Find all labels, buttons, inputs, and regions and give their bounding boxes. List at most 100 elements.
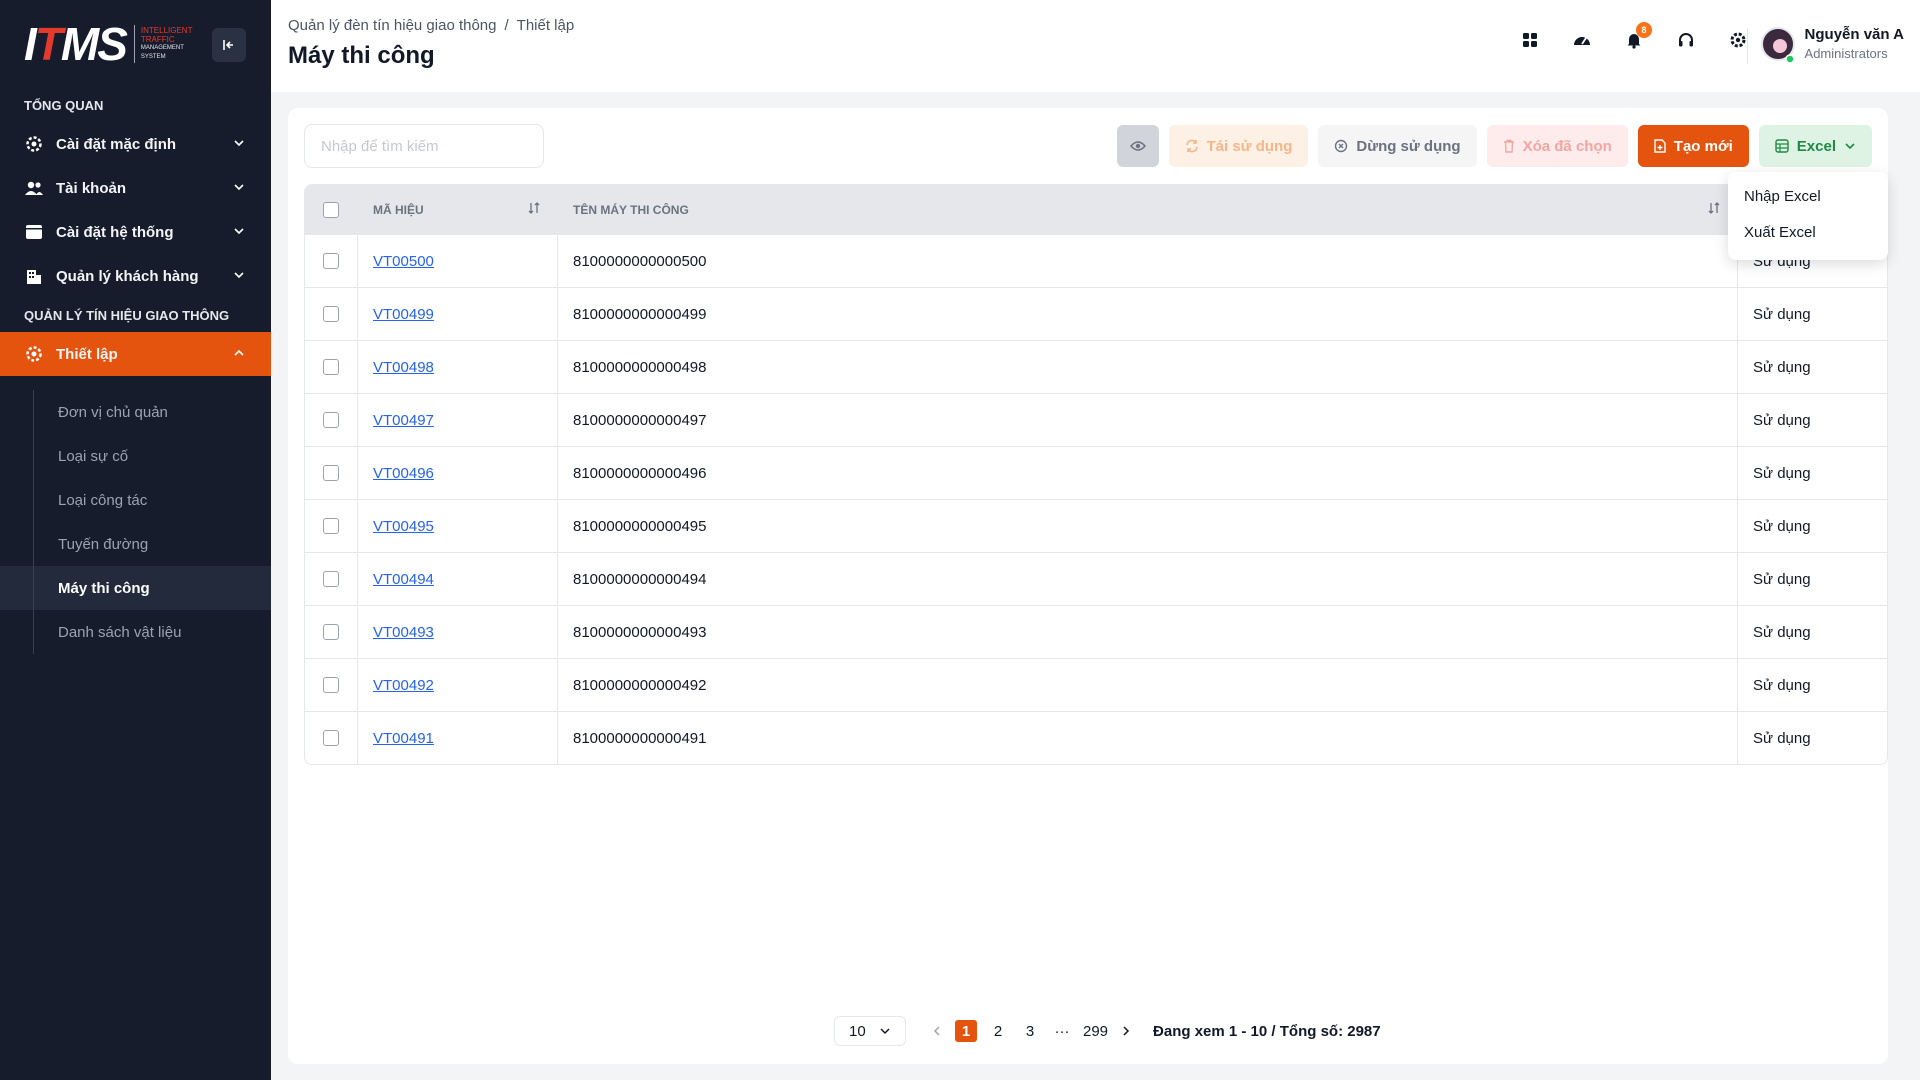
notification-bell-icon[interactable]: 8 [1622, 22, 1652, 52]
column-header-code: MÃ HIỆU [373, 202, 424, 217]
status-cell: Sử dụng [1737, 606, 1887, 658]
sort-icon[interactable] [1707, 201, 1721, 215]
row-checkbox[interactable] [323, 253, 339, 269]
sidebar-subitem-incident-type[interactable]: Loại sự cố [0, 434, 271, 478]
collapse-sidebar-button[interactable] [212, 28, 246, 62]
table-row[interactable]: VT00492 8100000000000492 Sử dụng [305, 658, 1887, 711]
code-cell: VT00494 [358, 553, 558, 605]
column-header-name: TÊN MÁY THI CÔNG [573, 202, 689, 217]
status-cell: Sử dụng [1737, 394, 1887, 446]
select-all-checkbox[interactable] [323, 201, 339, 218]
code-link[interactable]: VT00498 [373, 359, 434, 376]
reuse-button[interactable]: Tái sử dụng [1168, 125, 1309, 167]
apps-grid-icon[interactable] [1518, 28, 1542, 52]
reuse-label: Tái sử dụng [1206, 137, 1293, 155]
status-cell: Sử dụng [1737, 500, 1887, 552]
code-link[interactable]: VT00495 [373, 518, 434, 535]
logo-sub-3: MANAGEMENT [140, 45, 184, 51]
code-link[interactable]: VT00500 [373, 253, 434, 270]
create-new-button[interactable]: Tạo mới [1637, 125, 1749, 167]
stop-using-button[interactable]: Dừng sử dụng [1318, 125, 1477, 167]
row-checkbox[interactable] [323, 412, 339, 428]
row-checkbox[interactable] [323, 359, 339, 375]
status-cell: Sử dụng [1737, 712, 1887, 764]
page-button[interactable]: 299 [1083, 1020, 1108, 1042]
name-cell: 8100000000000493 [573, 623, 707, 641]
sidebar-subitem-owner-unit[interactable]: Đơn vị chủ quản [0, 390, 271, 434]
row-checkbox[interactable] [323, 306, 339, 322]
table-row[interactable]: VT00498 8100000000000498 Sử dụng [305, 340, 1887, 393]
code-link[interactable]: VT00494 [373, 571, 434, 588]
row-checkbox[interactable] [323, 730, 339, 746]
page-button[interactable]: 2 [987, 1020, 1009, 1042]
next-page-button[interactable] [1117, 1025, 1135, 1037]
code-link[interactable]: VT00497 [373, 412, 434, 429]
row-checkbox[interactable] [323, 518, 339, 534]
sidebar-item-default-settings[interactable]: Cài đặt mặc định [0, 122, 271, 166]
row-checkbox-cell [305, 606, 358, 658]
table-row[interactable]: VT00493 8100000000000493 Sử dụng [305, 605, 1887, 658]
header-name-cell[interactable]: TÊN MÁY THI CÔNG [558, 185, 1737, 234]
sidebar-item-customers[interactable]: Quản lý khách hàng [0, 254, 271, 298]
row-checkbox[interactable] [323, 677, 339, 693]
code-cell: VT00498 [358, 341, 558, 393]
chevron-up-icon [234, 349, 244, 356]
logo-sub-4: SYSTEM [140, 54, 166, 60]
top-header: Quản lý đèn tín hiệu giao thông / Thiết … [271, 0, 1920, 92]
code-link[interactable]: VT00499 [373, 306, 434, 323]
code-link[interactable]: VT00493 [373, 624, 434, 641]
row-checkbox[interactable] [323, 571, 339, 587]
row-checkbox[interactable] [323, 624, 339, 640]
delete-selected-button[interactable]: Xóa đã chọn [1486, 125, 1628, 167]
table-row[interactable]: VT00500 8100000000000500 Sử dụng [305, 234, 1887, 287]
sidebar-subitem-routes[interactable]: Tuyến đường [0, 522, 271, 566]
gear-icon [24, 344, 44, 364]
table-row[interactable]: VT00496 8100000000000496 Sử dụng [305, 446, 1887, 499]
page-button[interactable]: 3 [1019, 1020, 1041, 1042]
code-cell: VT00491 [358, 712, 558, 764]
toggle-columns-button[interactable] [1116, 125, 1159, 167]
code-cell: VT00492 [358, 659, 558, 711]
sidebar-subitem-materials[interactable]: Danh sách vật liệu [0, 610, 271, 654]
row-checkbox-cell [305, 394, 358, 446]
status-cell: Sử dụng [1737, 447, 1887, 499]
table-row[interactable]: VT00497 8100000000000497 Sử dụng [305, 393, 1887, 446]
export-excel-item[interactable]: Xuất Excel [1728, 214, 1888, 250]
dashboard-gauge-icon[interactable] [1570, 28, 1594, 52]
headset-icon[interactable] [1674, 28, 1698, 52]
header-code-cell[interactable]: MÃ HIỆU [358, 185, 558, 234]
page-size-select[interactable]: 10 [834, 1016, 906, 1046]
sidebar-item-setup[interactable]: Thiết lập [0, 332, 271, 376]
page-ellipsis[interactable]: ··· [1051, 1020, 1073, 1042]
table-row[interactable]: VT00491 8100000000000491 Sử dụng [305, 711, 1887, 764]
sidebar-item-system-settings[interactable]: Cài đặt hệ thống [0, 210, 271, 254]
page-button[interactable]: 1 [955, 1020, 977, 1042]
table-row[interactable]: VT00494 8100000000000494 Sử dụng [305, 552, 1887, 605]
chevron-down-icon [234, 228, 244, 235]
chevron-down-icon [234, 272, 244, 279]
code-link[interactable]: VT00492 [373, 677, 434, 694]
users-icon [24, 178, 44, 198]
breadcrumb-item[interactable]: Thiết lập [517, 17, 575, 34]
code-link[interactable]: VT00496 [373, 465, 434, 482]
content-card: Tái sử dụng Dừng sử dụng Xóa đã chọn Tạo… [288, 108, 1888, 1064]
sidebar-item-accounts[interactable]: Tài khoản [0, 166, 271, 210]
import-excel-item[interactable]: Nhập Excel [1728, 178, 1888, 214]
search-input[interactable] [304, 124, 544, 168]
header-actions: 8 [1518, 22, 1750, 52]
table-row[interactable]: VT00499 8100000000000499 Sử dụng [305, 287, 1887, 340]
prev-page-button[interactable] [928, 1025, 946, 1037]
sidebar-subitem-machines[interactable]: Máy thi công [0, 566, 271, 610]
table-row[interactable]: VT00495 8100000000000495 Sử dụng [305, 499, 1887, 552]
row-checkbox[interactable] [323, 465, 339, 481]
row-checkbox-cell [305, 712, 358, 764]
code-link[interactable]: VT00491 [373, 730, 434, 747]
sidebar-subitem-work-type[interactable]: Loại công tác [0, 478, 271, 522]
sort-icon[interactable] [527, 201, 541, 215]
breadcrumb-item[interactable]: Quản lý đèn tín hiệu giao thông [288, 17, 497, 34]
user-profile[interactable]: Nguyễn văn A Administrators [1760, 26, 1904, 61]
code-cell: VT00497 [358, 394, 558, 446]
excel-button[interactable]: Excel [1758, 125, 1872, 167]
excel-label: Excel [1796, 137, 1836, 155]
chevron-down-icon [234, 140, 244, 147]
